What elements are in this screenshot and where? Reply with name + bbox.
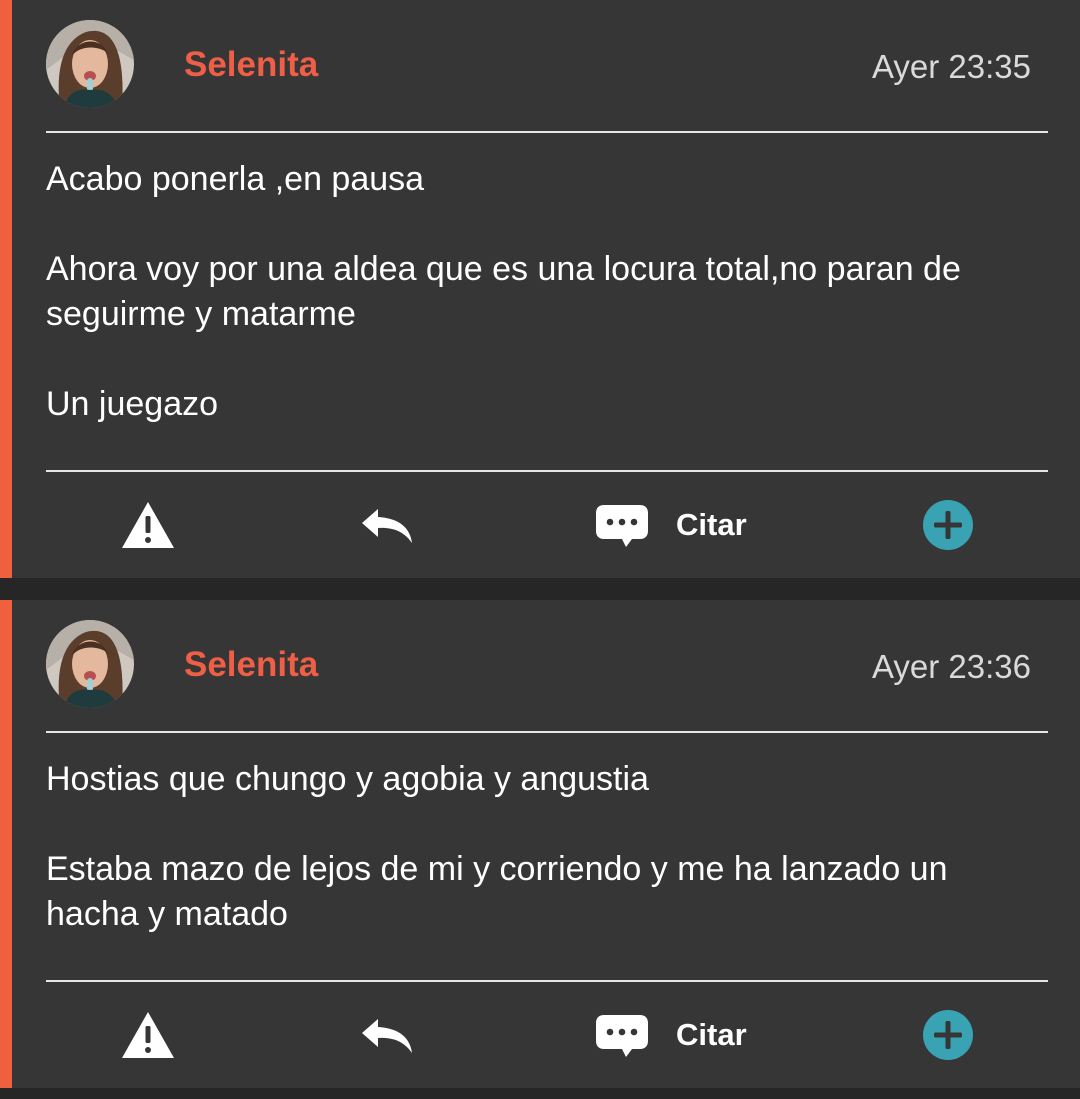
- divider: [46, 980, 1048, 982]
- post-body: Hostias que chungo y agobia y angustia E…: [46, 757, 1046, 937]
- quote-label: Citar: [676, 1017, 747, 1052]
- username[interactable]: Selenita: [184, 45, 318, 85]
- chat-bubble-icon: [596, 505, 648, 547]
- avatar[interactable]: [46, 20, 134, 108]
- avatar[interactable]: [46, 620, 134, 708]
- post-card: Selenita Ayer 23:36 Hostias que chungo y…: [0, 600, 1080, 1088]
- quote-label: Citar: [676, 507, 747, 542]
- add-button[interactable]: [922, 990, 974, 1080]
- warning-icon: [122, 502, 174, 548]
- post-paragraph: Estaba mazo de lejos de mi y corriendo y…: [46, 850, 948, 933]
- reply-button[interactable]: [358, 480, 414, 570]
- chat-bubble-icon: [596, 1015, 648, 1057]
- report-button[interactable]: [120, 480, 176, 570]
- post-paragraph: Acabo ponerla ,en pausa: [46, 160, 425, 198]
- post-timestamp: Ayer 23:35: [871, 48, 1031, 85]
- divider: [46, 470, 1048, 472]
- divider: [46, 131, 1048, 133]
- reply-icon: [362, 509, 412, 543]
- post-actions: Citar: [12, 990, 1080, 1080]
- post-card: Selenita Ayer 23:35 Acabo ponerla ,en pa…: [0, 0, 1080, 578]
- quote-button[interactable]: Citar: [594, 990, 747, 1080]
- divider: [46, 731, 1048, 733]
- reply-button[interactable]: [358, 990, 414, 1080]
- post-paragraph: Un juegazo: [46, 385, 219, 423]
- add-button[interactable]: [922, 480, 974, 570]
- reply-icon: [362, 1019, 412, 1053]
- post-header: Selenita Ayer 23:35: [12, 0, 1080, 133]
- warning-icon: [122, 1012, 174, 1058]
- plus-circle-icon: [923, 500, 973, 550]
- post-paragraph: Ahora voy por una aldea que es una locur…: [46, 250, 961, 333]
- quote-button[interactable]: Citar: [594, 480, 747, 570]
- post-body: Acabo ponerla ,en pausa Ahora voy por un…: [46, 157, 1046, 427]
- report-button[interactable]: [120, 990, 176, 1080]
- post-paragraph: Hostias que chungo y agobia y angustia: [46, 760, 649, 798]
- post-actions: Citar: [12, 480, 1080, 570]
- post-header: Selenita Ayer 23:36: [12, 600, 1080, 733]
- username[interactable]: Selenita: [184, 645, 318, 685]
- post-timestamp: Ayer 23:36: [871, 648, 1031, 685]
- plus-circle-icon: [923, 1010, 973, 1060]
